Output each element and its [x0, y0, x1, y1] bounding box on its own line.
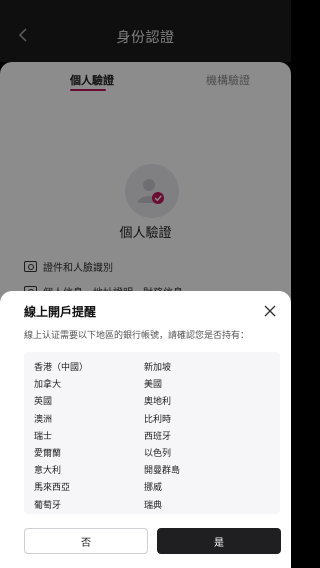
- region-item: 葡萄牙: [34, 500, 62, 511]
- region-item: 澳洲: [34, 414, 53, 425]
- close-icon: [264, 305, 276, 317]
- online-account-reminder-sheet: 線上開戶提醒 線上认证需要以下地區的銀行帳號，請確認您是否持有： 香港（中國） …: [0, 291, 291, 568]
- region-item: 挪威: [144, 483, 163, 494]
- region-item: 愛爾蘭: [34, 448, 62, 459]
- region-item: 美國: [144, 380, 163, 391]
- region-item: 瑞士: [34, 431, 53, 442]
- region-item: 比利時: [144, 414, 172, 425]
- region-item: 以色列: [144, 448, 172, 459]
- region-item: 英國: [34, 397, 53, 408]
- yes-button[interactable]: 是: [157, 528, 281, 554]
- region-item: 香港（中國）: [34, 363, 89, 373]
- region-item: 開曼群島: [144, 466, 181, 477]
- region-item: 瑞典: [144, 500, 163, 511]
- region-item: 奧地利: [144, 397, 172, 408]
- region-item: 加拿大: [34, 380, 62, 391]
- region-item: 西班牙: [144, 431, 172, 442]
- region-item: 馬來西亞: [34, 483, 71, 494]
- sheet-description: 線上认证需要以下地區的銀行帳號，請確認您是否持有：: [24, 331, 250, 341]
- no-button[interactable]: 否: [24, 528, 148, 554]
- region-item: 意大利: [34, 466, 62, 477]
- identity-verification-screen: 身份認證 個人驗證 機構驗證 個人驗證 證件和人臉識別 個人信息、地址證明、財務…: [0, 0, 291, 568]
- region-column-left: 香港（中國） 加拿大 英國 澳洲 瑞士 愛爾蘭 意大利 馬來西亞 葡萄牙: [34, 360, 88, 515]
- close-button[interactable]: [263, 303, 277, 317]
- sheet-title: 線上開戶提醒: [24, 305, 97, 319]
- region-column-right: 新加坡 美國 奧地利 比利時 西班牙 以色列 開曼群島 挪威 瑞典: [144, 360, 180, 515]
- region-item: 新加坡: [144, 363, 172, 373]
- region-list: 香港（中國） 加拿大 英國 澳洲 瑞士 愛爾蘭 意大利 馬來西亞 葡萄牙 新加坡…: [24, 352, 280, 514]
